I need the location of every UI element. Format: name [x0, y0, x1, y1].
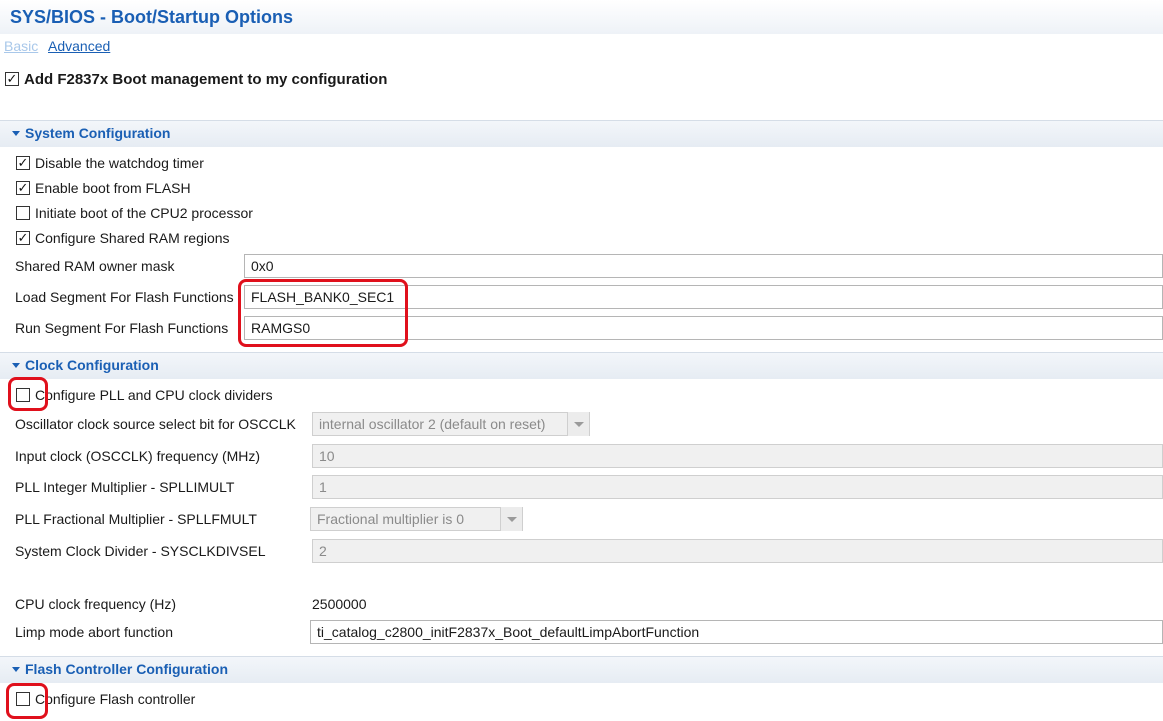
shared-ram-owner-mask-input[interactable]: 0x0 [244, 254, 1163, 278]
configure-pll-label: Configure PLL and CPU clock dividers [35, 387, 273, 403]
check-icon: ✓ [17, 155, 29, 170]
configure-shared-ram-checkbox[interactable]: ✓ [16, 231, 30, 245]
system-configuration-header[interactable] [0, 120, 1163, 147]
flash-controller-title: Flash Controller Configuration [25, 661, 228, 677]
check-icon: ✓ [6, 71, 18, 86]
initiate-cpu2-boot-label: Initiate boot of the CPU2 processor [35, 205, 253, 221]
configure-shared-ram-label: Configure Shared RAM regions [35, 230, 230, 246]
cpu-frequency-label: CPU clock frequency (Hz) [15, 596, 177, 612]
osc-source-label: Oscillator clock source select bit for O… [15, 416, 296, 432]
tab-advanced[interactable]: Advanced [48, 38, 110, 54]
initiate-cpu2-boot-checkbox[interactable] [16, 206, 30, 220]
clock-configuration-header[interactable] [0, 352, 1163, 379]
enable-boot-flash-label: Enable boot from FLASH [35, 180, 191, 196]
sysclk-divider-input[interactable]: 2 [312, 539, 1163, 563]
pll-integer-input[interactable]: 1 [312, 475, 1163, 499]
load-segment-label: Load Segment For Flash Functions [15, 289, 234, 305]
collapse-triangle-icon[interactable] [12, 131, 20, 136]
clock-configuration-title: Clock Configuration [25, 357, 159, 373]
pll-fractional-label: PLL Fractional Multiplier - SPLLFMULT [15, 511, 257, 527]
configure-flash-controller-checkbox[interactable] [16, 692, 30, 706]
cpu-frequency-value: 2500000 [312, 596, 367, 612]
chevron-down-icon[interactable] [567, 412, 589, 436]
osc-source-select[interactable]: internal oscillator 2 (default on reset) [312, 412, 590, 436]
collapse-triangle-icon[interactable] [12, 667, 20, 672]
add-boot-management-label: Add F2837x Boot management to my configu… [24, 71, 388, 88]
enable-boot-flash-checkbox[interactable]: ✓ [16, 181, 30, 195]
load-segment-input[interactable]: FLASH_BANK0_SEC1 [244, 285, 1163, 309]
add-boot-management-checkbox[interactable]: ✓ [5, 72, 19, 86]
pll-fractional-select[interactable]: Fractional multiplier is 0 [310, 507, 523, 531]
configure-pll-checkbox[interactable] [16, 388, 30, 402]
shared-ram-owner-mask-label: Shared RAM owner mask [15, 258, 175, 274]
run-segment-label: Run Segment For Flash Functions [15, 320, 229, 336]
run-segment-input[interactable]: RAMGS0 [244, 316, 1163, 340]
disable-watchdog-label: Disable the watchdog timer [35, 155, 204, 171]
input-clock-input[interactable]: 10 [312, 444, 1163, 468]
input-clock-label: Input clock (OSCCLK) frequency (MHz) [15, 448, 261, 464]
disable-watchdog-checkbox[interactable]: ✓ [16, 156, 30, 170]
page-title: SYS/BIOS - Boot/Startup Options [10, 7, 293, 27]
system-configuration-title: System Configuration [25, 125, 171, 141]
limp-mode-label: Limp mode abort function [15, 624, 173, 640]
configure-flash-controller-label: Configure Flash controller [35, 691, 196, 707]
limp-mode-input[interactable]: ti_catalog_c2800_initF2837x_Boot_default… [310, 620, 1163, 644]
collapse-triangle-icon[interactable] [12, 363, 20, 368]
sysclk-divider-label: System Clock Divider - SYSCLKDIVSEL [15, 543, 266, 559]
chevron-down-icon[interactable] [500, 507, 522, 531]
check-icon: ✓ [17, 180, 29, 195]
tab-basic[interactable]: Basic [4, 38, 38, 54]
check-icon: ✓ [17, 230, 29, 245]
pll-integer-label: PLL Integer Multiplier - SPLLIMULT [15, 479, 235, 495]
